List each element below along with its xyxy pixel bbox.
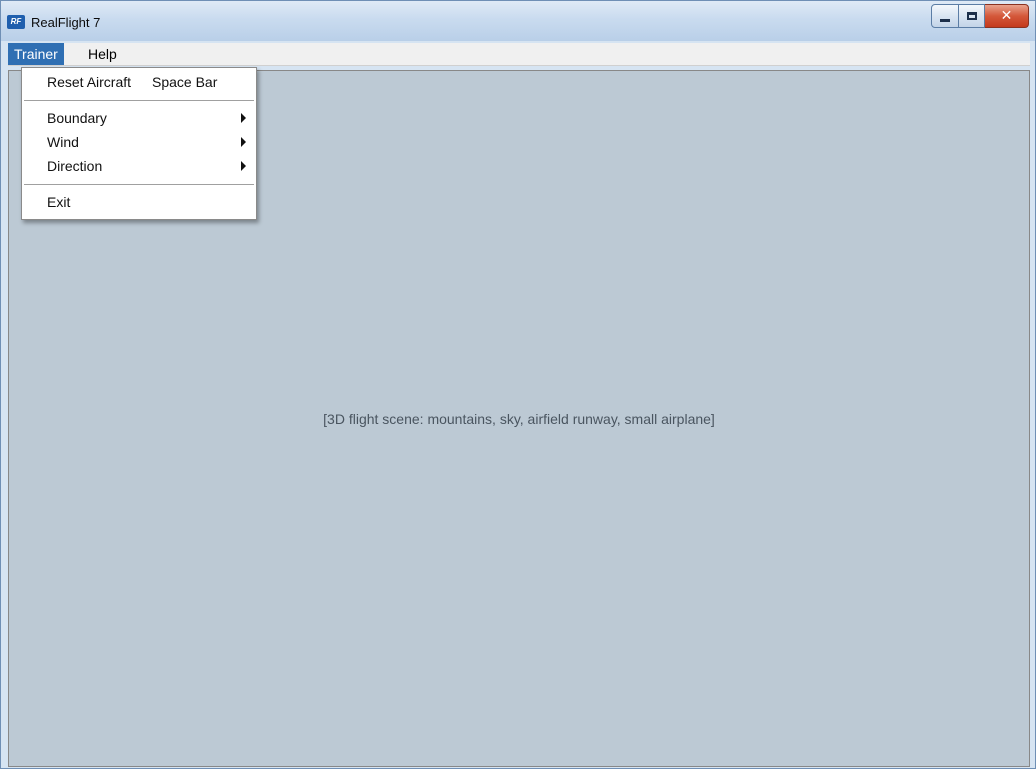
submenu-arrow-icon xyxy=(241,137,246,147)
flight-scene-placeholder: [3D flight scene: mountains, sky, airfie… xyxy=(323,410,715,427)
submenu-arrow-icon xyxy=(241,161,246,171)
window-title: RealFlight 7 xyxy=(31,15,101,30)
menu-separator xyxy=(24,184,254,185)
menu-item-label: Exit xyxy=(47,194,71,210)
window-controls: ✕ xyxy=(931,4,1029,28)
menu-item-exit[interactable]: Exit xyxy=(22,191,256,213)
realflight-app-icon: RF xyxy=(7,15,25,29)
close-button[interactable]: ✕ xyxy=(985,4,1029,28)
minimize-button[interactable] xyxy=(931,4,959,28)
app-window: RF RealFlight 7 ✕ Trainer Help [3D fligh… xyxy=(0,0,1036,769)
menu-item-wind[interactable]: Wind xyxy=(22,131,256,153)
menu-item-label: Reset Aircraft xyxy=(47,74,132,90)
title-bar[interactable]: RF RealFlight 7 ✕ xyxy=(1,1,1035,41)
menu-item-shortcut: Space Bar xyxy=(152,74,218,90)
menu-trainer[interactable]: Trainer xyxy=(8,43,64,65)
trainer-dropdown-menu: Reset Aircraft Space Bar Boundary Wind D… xyxy=(21,67,257,220)
menu-help[interactable]: Help xyxy=(82,43,123,65)
menu-bar: Trainer Help xyxy=(8,43,1030,66)
close-icon: ✕ xyxy=(1000,8,1013,24)
menu-item-label: Direction xyxy=(47,158,103,174)
menu-item-direction[interactable]: Direction xyxy=(22,155,256,177)
maximize-button[interactable] xyxy=(959,4,985,28)
menu-item-reset-aircraft[interactable]: Reset Aircraft Space Bar xyxy=(22,71,256,93)
minimize-icon xyxy=(940,18,950,22)
submenu-arrow-icon xyxy=(241,113,246,123)
maximize-icon xyxy=(966,12,977,20)
menu-separator xyxy=(24,100,254,101)
menu-item-label: Wind xyxy=(47,134,79,150)
menu-item-boundary[interactable]: Boundary xyxy=(22,107,256,129)
menu-item-label: Boundary xyxy=(47,110,107,126)
